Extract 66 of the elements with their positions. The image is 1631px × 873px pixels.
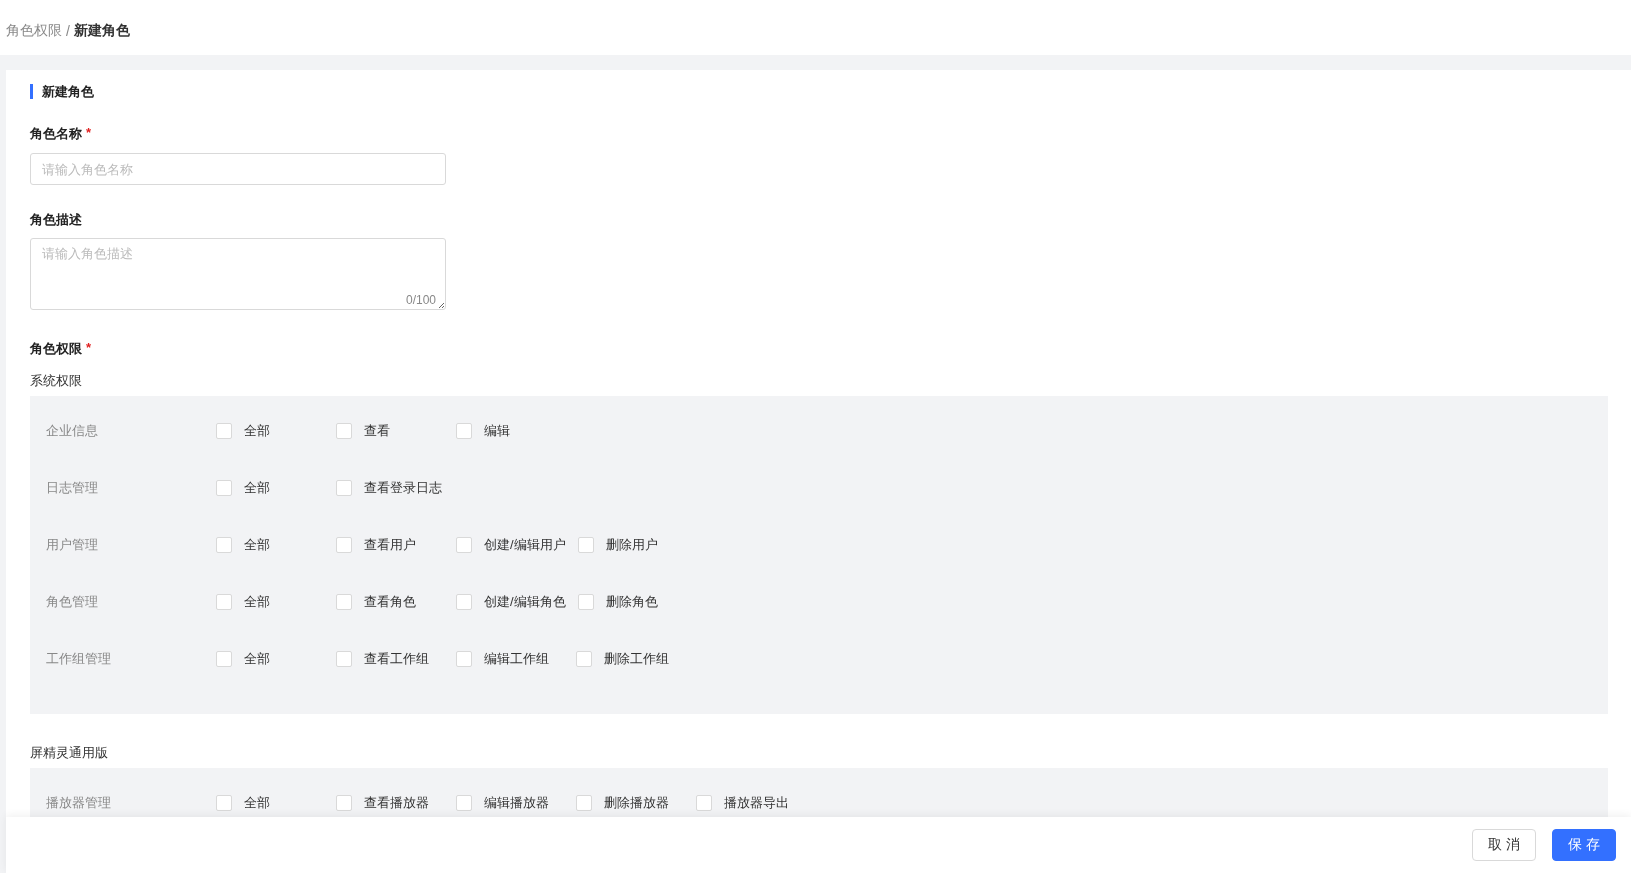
- checkbox-label[interactable]: 查看工作组: [364, 649, 429, 668]
- section-title: 新建角色: [30, 84, 1608, 99]
- checkbox[interactable]: [336, 650, 352, 667]
- checkbox-label[interactable]: 全部: [244, 793, 270, 812]
- checkbox[interactable]: [336, 593, 352, 610]
- checkbox-label[interactable]: 删除播放器: [604, 793, 669, 812]
- checkbox-label[interactable]: 播放器导出: [724, 793, 789, 812]
- checkbox-label[interactable]: 删除用户: [605, 535, 658, 554]
- required-mark: *: [86, 125, 92, 142]
- checkbox-label[interactable]: 全部: [244, 535, 270, 554]
- checkbox-label[interactable]: 查看: [364, 421, 390, 440]
- checkbox[interactable]: [216, 593, 232, 610]
- checkbox[interactable]: [216, 536, 232, 553]
- checkbox-label[interactable]: 删除角色: [605, 592, 658, 611]
- checkbox-label[interactable]: 查看登录日志: [364, 478, 442, 497]
- character-counter: 0/100: [405, 293, 436, 307]
- checkbox-label[interactable]: 全部: [244, 478, 270, 497]
- save-button[interactable]: 保 存: [1552, 829, 1616, 861]
- checkbox-label[interactable]: 编辑播放器: [484, 793, 549, 812]
- breadcrumb-current: 新建角色: [73, 21, 130, 40]
- checkbox-label[interactable]: 编辑工作组: [484, 649, 549, 668]
- checkbox[interactable]: [216, 479, 232, 496]
- checkbox[interactable]: [456, 593, 472, 610]
- checkbox[interactable]: [576, 650, 592, 667]
- permission-group-label: 工作组管理: [46, 649, 112, 668]
- checkbox[interactable]: [336, 422, 352, 439]
- checkbox-label[interactable]: 查看播放器: [364, 793, 429, 812]
- checkbox-label[interactable]: 创建/编辑用户: [484, 535, 566, 554]
- name-input-field[interactable]: 请输入角色名称: [30, 153, 446, 185]
- section-label: 屏精灵通用版: [30, 744, 108, 762]
- field-label: 角色权限: [30, 340, 82, 358]
- permission-group-label: 播放器管理: [46, 793, 112, 812]
- checkbox[interactable]: [696, 794, 712, 811]
- permission-group-label: 用户管理: [46, 535, 99, 554]
- cancel-button[interactable]: 取 消: [1472, 829, 1537, 861]
- permission-group-label: 企业信息: [46, 421, 99, 440]
- checkbox-label[interactable]: 查看角色: [364, 592, 416, 611]
- checkbox[interactable]: [577, 593, 594, 610]
- resize-grip-icon[interactable]: [438, 302, 445, 309]
- checkbox-label[interactable]: 创建/编辑角色: [484, 592, 566, 611]
- checkbox[interactable]: [576, 794, 592, 811]
- checkbox[interactable]: [456, 650, 472, 667]
- checkbox[interactable]: [456, 422, 472, 439]
- checkbox-label[interactable]: 全部: [244, 649, 270, 668]
- checkbox[interactable]: [216, 422, 232, 439]
- field-label: 角色描述: [30, 211, 82, 229]
- checkbox-label[interactable]: 删除工作组: [604, 649, 669, 668]
- checkbox[interactable]: [216, 650, 232, 667]
- breadcrumb-link[interactable]: 角色权限: [6, 21, 62, 40]
- checkbox[interactable]: [577, 536, 594, 553]
- checkbox[interactable]: [336, 479, 352, 496]
- checkbox-label[interactable]: 查看用户: [364, 535, 416, 554]
- breadcrumb-separator: /: [66, 22, 70, 39]
- required-mark: *: [86, 340, 92, 357]
- checkbox-label[interactable]: 全部: [244, 421, 270, 440]
- checkbox[interactable]: [336, 794, 352, 811]
- permission-group-label: 日志管理: [46, 478, 99, 497]
- field-label: 角色名称: [30, 125, 82, 143]
- checkbox-label[interactable]: 编辑: [484, 421, 510, 440]
- section-label: 系统权限: [30, 372, 82, 390]
- checkbox[interactable]: [456, 536, 472, 553]
- permission-group-label: 角色管理: [46, 592, 99, 611]
- checkbox[interactable]: [216, 794, 232, 811]
- checkbox[interactable]: [336, 536, 352, 553]
- checkbox[interactable]: [456, 794, 472, 811]
- checkbox-label[interactable]: 全部: [244, 592, 270, 611]
